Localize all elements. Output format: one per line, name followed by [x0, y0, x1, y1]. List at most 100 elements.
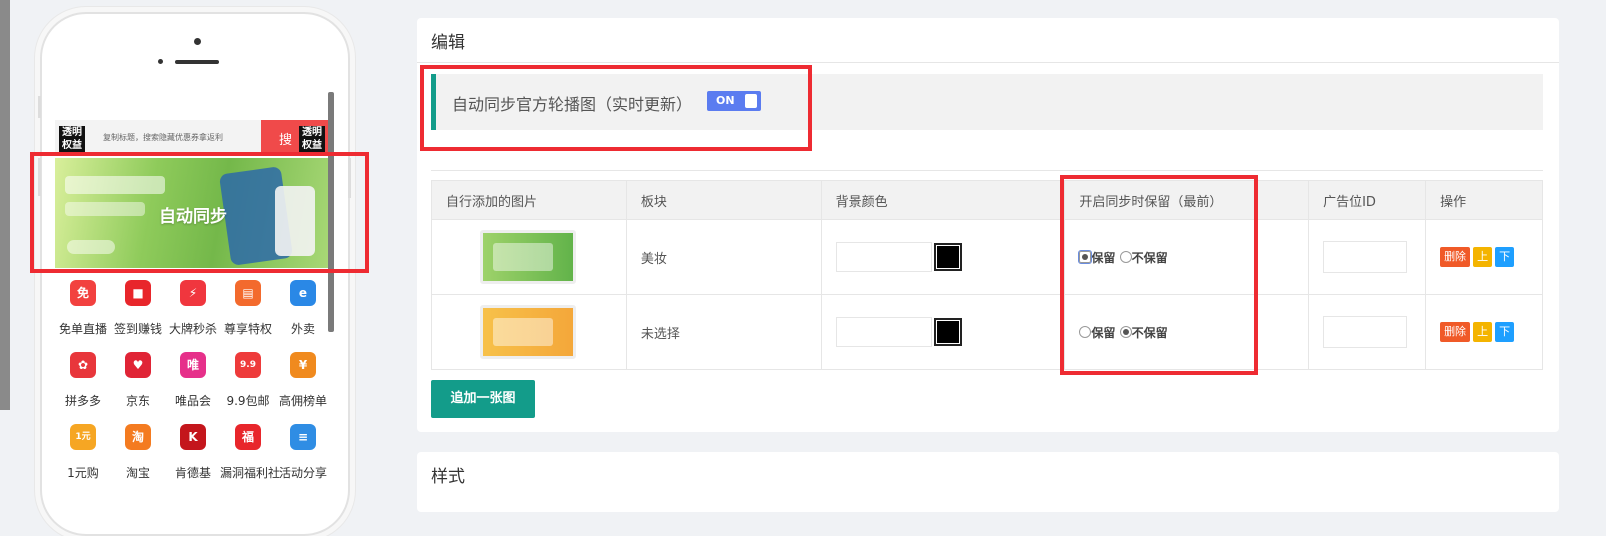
jd-icon: ♥ [125, 352, 151, 378]
sync-toggle[interactable]: ON [707, 91, 761, 111]
panel-divider [417, 62, 1559, 63]
phone-side-button [38, 96, 41, 118]
sync-setting: 自动同步官方轮播图（实时更新） ON [431, 74, 1543, 130]
brand-badge-right: 透明 权益 [299, 126, 325, 156]
ad-id-input[interactable] [1323, 316, 1408, 348]
shortcut-item[interactable]: 免免单直播 [55, 280, 111, 337]
keep-radio[interactable] [1079, 326, 1092, 338]
shortcut-label: 免单直播 [58, 322, 107, 336]
table-header-row: 自行添加的图片 板块 背景颜色 开启同步时保留（最前） 广告位ID 操作 [431, 180, 1543, 220]
sync-label: 自动同步官方轮播图（实时更新） [452, 95, 693, 114]
col-header-actions: 操作 [1425, 180, 1543, 220]
move-down-button[interactable]: 下 [1495, 322, 1515, 342]
style-panel: 样式 [417, 452, 1559, 512]
search-bar[interactable]: 透明 权益 复制标题，搜索隐藏优惠券拿返利 搜 透明 权益 [55, 120, 328, 156]
ad-id-cell [1308, 294, 1427, 370]
shortcut-item[interactable]: 9.9 9.9包邮 [220, 352, 276, 409]
sync-toggle-text: ON [716, 94, 735, 107]
banner-product-image-2 [275, 186, 315, 256]
actions-cell: 删除上下 [1425, 219, 1543, 295]
col-header-section: 板块 [625, 180, 822, 220]
move-up-button[interactable]: 上 [1473, 247, 1493, 267]
bgcolor-cell [820, 219, 1066, 295]
phone-volume-button [38, 158, 41, 196]
shortcut-label: 漏洞福利社 [220, 466, 281, 480]
bgcolor-input[interactable] [835, 317, 932, 347]
ad-id-input[interactable] [1323, 241, 1408, 273]
shortcut-item[interactable]: ⚡ 大牌秒杀 [165, 280, 221, 337]
price-tag-icon: 9.9 [235, 352, 261, 378]
carousel-banner[interactable]: 自动同步 [55, 158, 328, 268]
shortcut-label: 大牌秒杀 [168, 322, 217, 336]
keep-radio[interactable] [1078, 250, 1093, 264]
shortcut-item[interactable]: ♥ 京东 [110, 352, 166, 409]
keep-label: 保留 [1091, 325, 1116, 340]
speaker-grille [175, 60, 219, 64]
shortcut-item[interactable]: 唯唯品会 [165, 352, 221, 409]
panel-title: 编辑 [431, 33, 465, 53]
search-hint: 复制标题，搜索隐藏优惠券拿返利 [103, 133, 223, 142]
toggle-knob [745, 94, 757, 108]
delete-button[interactable]: 删除 [1440, 322, 1471, 342]
camera-dot [194, 38, 201, 45]
sensor-dot [158, 59, 163, 64]
col-header-ad-id: 广告位ID [1308, 180, 1427, 220]
shortcut-item[interactable]: 淘淘宝 [110, 424, 166, 481]
shortcut-label: 1元购 [67, 466, 99, 480]
one-yuan-icon: 1元 [70, 424, 96, 450]
table-row: 美妆 保留 不保留 删除上下 [431, 219, 1543, 295]
search-button[interactable]: 搜 透明 权益 [261, 120, 328, 156]
alarm-clock-icon: ⚡ [180, 280, 206, 306]
image-cell [431, 294, 627, 370]
banner-blur-title [65, 176, 165, 194]
add-image-button[interactable]: 追加一张图 [431, 380, 535, 418]
color-swatch[interactable] [933, 318, 962, 346]
ad-id-cell [1308, 219, 1427, 295]
keep-label: 保留 [1091, 250, 1116, 265]
shortcut-item[interactable]: ■ 签到赚钱 [110, 280, 166, 337]
image-cell [431, 219, 627, 295]
taobao-icon: 淘 [125, 424, 151, 450]
section-cell[interactable]: 未选择 [625, 294, 822, 370]
no-keep-label: 不保留 [1131, 325, 1168, 340]
shortcut-item[interactable]: e 外卖 [275, 280, 328, 337]
shortcut-item[interactable]: ✿ 拼多多 [55, 352, 111, 409]
col-header-bgcolor: 背景颜色 [820, 180, 1066, 220]
shortcut-label: 唯品会 [174, 394, 211, 408]
image-table: 自行添加的图片 板块 背景颜色 开启同步时保留（最前） 广告位ID 操作 美妆 … [431, 180, 1543, 370]
bgcolor-cell [820, 294, 1066, 370]
col-header-image: 自行添加的图片 [431, 180, 627, 220]
kfc-icon: K [180, 424, 206, 450]
no-keep-radio[interactable] [1119, 326, 1132, 338]
delete-button[interactable]: 删除 [1440, 247, 1471, 267]
shortcut-item[interactable]: ▤ 尊享特权 [220, 280, 276, 337]
shortcut-item[interactable]: 福漏洞福利社 [220, 424, 281, 481]
shortcut-label: 外卖 [290, 322, 315, 336]
pinduoduo-icon: ✿ [70, 352, 96, 378]
takeout-icon: e [290, 280, 316, 306]
banner-blur-button [67, 240, 115, 254]
move-up-button[interactable]: 上 [1473, 322, 1493, 342]
money-bag-icon: ¥ [290, 352, 316, 378]
shortcut-item[interactable]: 1元 1元购 [55, 424, 111, 481]
image-thumbnail[interactable] [480, 230, 576, 284]
actions-cell: 删除上下 [1425, 294, 1543, 370]
bgcolor-input[interactable] [835, 242, 932, 272]
shortcut-item[interactable]: K 肯德基 [165, 424, 221, 481]
section-cell[interactable]: 美妆 [625, 219, 822, 295]
gift-icon: 免 [70, 280, 96, 306]
coupon-icon: ▤ [235, 280, 261, 306]
shortcut-label: 京东 [125, 394, 150, 408]
no-keep-label: 不保留 [1131, 250, 1168, 265]
left-rail [0, 0, 10, 410]
no-keep-radio[interactable] [1119, 251, 1132, 263]
col-header-keep: 开启同步时保留（最前） [1064, 180, 1310, 220]
move-down-button[interactable]: 下 [1495, 247, 1515, 267]
preview-scrollbar[interactable] [328, 92, 334, 332]
shortcut-item[interactable]: ≡ 活动分享 [275, 424, 328, 481]
edit-panel: 编辑 自动同步官方轮播图（实时更新） ON 自行添加的图片 板块 背景颜色 开启… [417, 18, 1559, 432]
shortcut-label: 高佣榜单 [278, 394, 327, 408]
image-thumbnail[interactable] [480, 305, 576, 359]
color-swatch[interactable] [933, 243, 962, 271]
shortcut-item[interactable]: ¥ 高佣榜单 [275, 352, 328, 409]
